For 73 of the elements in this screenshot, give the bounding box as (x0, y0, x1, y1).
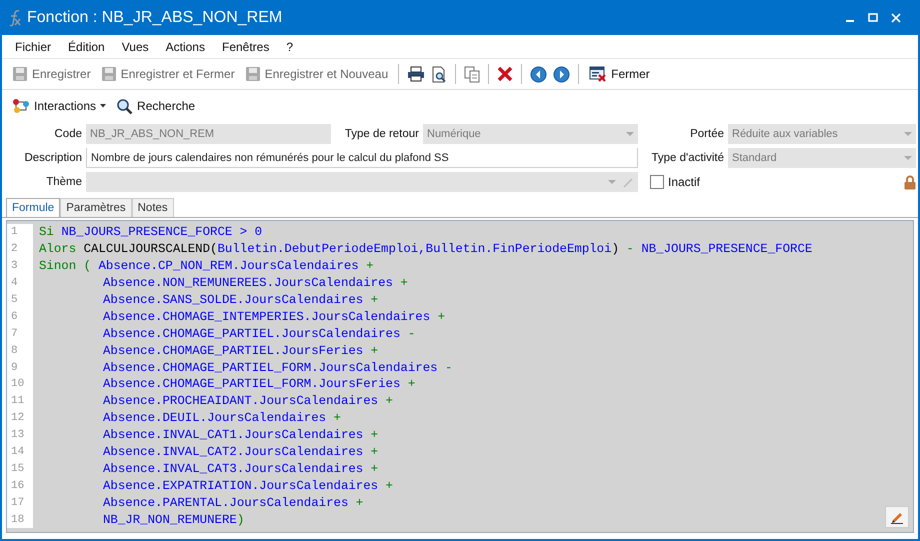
interactions-button[interactable]: Interactions (10, 98, 108, 114)
line-number: 8 (7, 342, 33, 360)
menu-item[interactable]: ? (286, 40, 294, 54)
print-preview-icon[interactable] (431, 66, 448, 82)
delete-icon[interactable] (497, 66, 514, 82)
line-number: 17 (7, 494, 33, 512)
inactif-checkbox[interactable] (650, 175, 664, 189)
code-line: Absence.NON_REMUNEREES.JoursCalendaires + (102, 276, 408, 290)
code-line: Absence.INVAL_CAT1.JoursCalendaires + (102, 428, 378, 442)
field-label: Type d'activité (650, 152, 724, 164)
code-line: Absence.PARENTAL.JoursCalendaires + (102, 496, 364, 510)
field-label: Type de retour (344, 128, 419, 140)
code-line: Absence.INVAL_CAT2.JoursCalendaires + (102, 445, 378, 460)
line-number: 9 (7, 359, 33, 376)
copy-icon[interactable] (464, 66, 480, 82)
line-number: 2 (7, 240, 33, 258)
code-line: NB_JR_NON_REMUNERE) (102, 512, 244, 527)
code-line: Absence.EXPATRIATION.JoursCalendaires + (102, 478, 393, 493)
menu-item[interactable]: Fichier (15, 40, 52, 54)
line-number: 1 (7, 224, 33, 241)
code-line: Absence.SANS_SOLDE.JoursCalendaires + (102, 293, 378, 307)
field-label: Portée (689, 128, 724, 140)
menu-item[interactable]: Vues (122, 40, 149, 54)
line-number: 13 (7, 426, 33, 444)
code-line: Absence.CHOMAGE_PARTIEL.JoursCalendaires - (102, 326, 416, 341)
line-number: 15 (7, 460, 33, 478)
search-icon (116, 98, 134, 114)
line-number: 7 (7, 325, 33, 342)
close-button[interactable]: Fermer (587, 66, 652, 82)
checkbox-label: Inactif (668, 175, 700, 189)
line-number: 5 (7, 292, 33, 308)
field-label: Code (54, 128, 82, 140)
tab[interactable]: Paramètres (60, 198, 132, 217)
code-line: Absence.INVAL_CAT3.JoursCalendaires + (102, 462, 378, 476)
tab[interactable]: Notes (132, 198, 174, 217)
close-icon[interactable] (891, 12, 901, 22)
description-field[interactable]: Nombre de jours calendaires non rémunérés pour le calcul du plafond SS (86, 148, 638, 168)
function-icon (8, 8, 22, 26)
line-number: 18 (7, 511, 33, 528)
code-line: Absence.CHOMAGE_PARTIEL.JoursFeries + (102, 344, 378, 358)
line-number: 11 (7, 392, 33, 410)
edit-button[interactable] (885, 506, 909, 528)
network-icon (12, 98, 30, 114)
window-title: Fonction : NB_JR_ABS_NON_REM (27, 8, 282, 26)
pencil-icon (890, 510, 904, 524)
tab[interactable]: Formule (6, 198, 60, 217)
code-line: Alors CALCULJOURSCALEND(Bulletin.DebutPeriodeEmploi,Bulletin.FinPeriodeEmploi) - NB_JOURS_PRESENCE_FORCE (38, 242, 812, 256)
menu-item[interactable]: Fenêtres (222, 40, 270, 54)
code-line: Absence.DEUIL.JoursCalendaires + (102, 411, 341, 426)
code-line: Absence.CHOMAGE_PARTIEL_FORM.JoursFeries + (102, 377, 416, 392)
search-button[interactable]: Recherche (114, 98, 198, 114)
field-label: Thème (45, 176, 82, 188)
line-number: 14 (7, 444, 33, 460)
line-number: 10 (7, 376, 33, 393)
window-close-icon (589, 66, 608, 82)
maximize-icon[interactable] (868, 12, 878, 22)
theme-field[interactable] (86, 172, 638, 192)
code-line: Absence.PROCHEAIDANT.JoursCalendaires + (102, 394, 393, 408)
menu-item[interactable]: Actions (166, 40, 205, 54)
dropdown-caret-icon (100, 104, 106, 108)
field-label: Description (23, 152, 82, 164)
line-number: 16 (7, 477, 33, 494)
code-line: Sinon ( Absence.CP_NON_REM.JoursCalendaires + (38, 259, 374, 274)
code-editor[interactable] (6, 220, 914, 533)
line-number: 12 (7, 410, 33, 427)
line-number: 6 (7, 308, 33, 326)
code-line: Absence.CHOMAGE_INTEMPERIES.JoursCalendaires + (102, 310, 446, 324)
menu-item[interactable]: Édition (68, 40, 105, 54)
code-line: Si NB_JOURS_PRESENCE_FORCE > 0 (38, 225, 262, 240)
line-number: 3 (7, 258, 33, 275)
line-number: 4 (7, 274, 33, 292)
code-line: Absence.CHOMAGE_PARTIEL_FORM.JoursCalendaires - (102, 360, 452, 375)
printer-icon[interactable] (407, 66, 426, 82)
